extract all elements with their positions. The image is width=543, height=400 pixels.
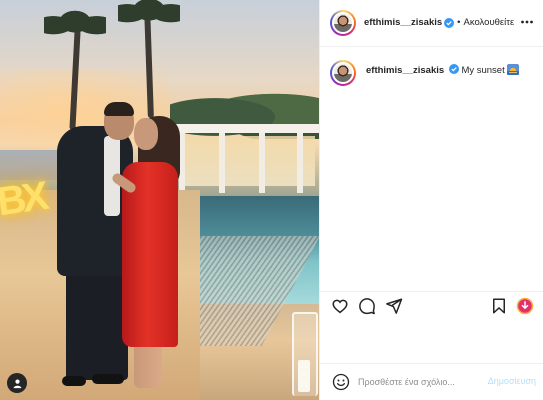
separator-dot: • [457, 17, 461, 28]
user-tag-icon [13, 379, 21, 388]
verified-badge-icon [448, 64, 459, 74]
caption-avatar[interactable] [330, 60, 356, 86]
post-comment-button[interactable]: Δημοσίευση [488, 376, 536, 386]
neon-sign: BX [0, 174, 48, 225]
caption-username[interactable]: efthimis__zisakis [366, 65, 444, 76]
man-shoe [62, 376, 86, 386]
header-user-line: efthimis__zisakis • Ακολουθείτε [364, 17, 514, 28]
user-tag-button[interactable] [7, 373, 27, 393]
bookmark-icon[interactable] [490, 297, 508, 315]
man-hair [104, 102, 134, 116]
pavilion [175, 124, 319, 194]
header-username[interactable]: efthimis__zisakis [364, 17, 442, 28]
verified-badge-icon [444, 17, 455, 28]
comment-bubble-icon[interactable] [358, 297, 376, 315]
heart-icon[interactable] [331, 297, 349, 315]
post-photo[interactable]: BX [0, 0, 319, 400]
smiley-icon[interactable] [332, 373, 350, 391]
caption: efthimis__zisakis My sunset [366, 64, 536, 77]
caption-text: My sunset [461, 65, 505, 76]
post-sidebar: efthimis__zisakis • Ακολουθείτε efthimis… [319, 0, 543, 400]
woman-leg [134, 340, 162, 388]
post-viewer: BX efthimis__zisakis • Ακολουθείτε efthi… [0, 0, 543, 400]
candle [298, 360, 310, 392]
following-button[interactable]: Ακολουθείτε [463, 17, 514, 28]
action-bar [320, 291, 543, 321]
sunset-emoji-icon [507, 64, 520, 75]
more-dots-icon[interactable] [520, 15, 534, 29]
paper-plane-icon[interactable] [385, 297, 403, 315]
download-badge-icon[interactable] [516, 297, 534, 315]
man-legs [66, 268, 128, 380]
comment-input[interactable] [358, 373, 478, 391]
avatar[interactable] [330, 10, 356, 36]
man-shoe [92, 374, 124, 384]
woman-head [134, 118, 158, 150]
comment-bar: Δημοσίευση [320, 363, 543, 400]
post-header: efthimis__zisakis • Ακολουθείτε [320, 0, 543, 47]
